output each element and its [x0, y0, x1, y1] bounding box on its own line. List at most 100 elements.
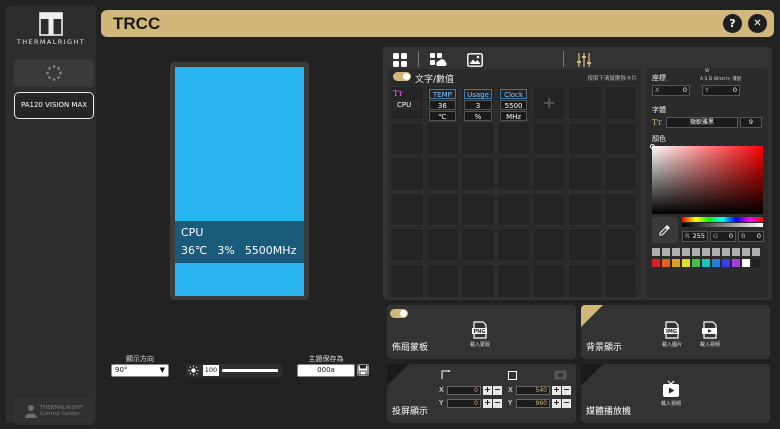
cast-y1-plus[interactable]: + — [483, 399, 492, 408]
color-swatch[interactable] — [752, 259, 760, 267]
grid-cell[interactable]: Usage 3% — [461, 86, 495, 121]
cast-x1-minus[interactable]: − — [493, 386, 502, 395]
red-field[interactable]: R 255 — [682, 231, 708, 242]
font-size-field[interactable]: 9 — [740, 117, 762, 128]
grid-cell[interactable]: TEMP 36 ℃ — [425, 86, 460, 121]
text-toggle[interactable] — [393, 72, 411, 81]
color-swatch[interactable] — [752, 248, 760, 256]
color-swatch[interactable] — [732, 248, 740, 256]
brightness-value[interactable]: 100 — [203, 365, 219, 376]
green-field[interactable]: G0 — [710, 231, 736, 242]
image-tab-button[interactable] — [464, 51, 486, 69]
cast-y2-minus[interactable]: − — [562, 399, 571, 408]
color-swatch[interactable] — [652, 248, 660, 256]
adjust-settings-button[interactable] — [573, 51, 595, 69]
grid-cell[interactable] — [567, 157, 602, 191]
alpha-slider[interactable] — [682, 223, 763, 227]
layout-mask-toggle[interactable] — [390, 309, 408, 318]
layout-tab-button[interactable] — [389, 51, 411, 69]
grid-cell[interactable] — [425, 157, 460, 191]
grid-cell[interactable] — [496, 263, 531, 298]
grid-cell[interactable] — [532, 228, 566, 262]
grid-cell[interactable] — [461, 121, 495, 156]
cast-x1-plus[interactable]: + — [483, 386, 492, 395]
device-button-pa120[interactable]: PA120 VISION MAX — [14, 92, 94, 119]
color-swatch[interactable] — [742, 248, 750, 256]
color-swatch[interactable] — [692, 259, 700, 267]
color-swatch[interactable] — [652, 259, 660, 267]
grid-cell[interactable] — [425, 192, 460, 227]
color-swatch[interactable] — [742, 259, 750, 267]
grid-cell[interactable] — [390, 157, 424, 191]
cast-x2-plus[interactable]: + — [552, 386, 561, 395]
cast-y2-plus[interactable]: + — [552, 399, 561, 408]
grid-cell[interactable] — [496, 157, 531, 191]
grid-cell[interactable]: Tт CPU — [390, 86, 424, 120]
color-swatch[interactable] — [712, 248, 720, 256]
grid-cell[interactable] — [461, 192, 495, 227]
grid-cell[interactable] — [567, 192, 602, 227]
grid-cell[interactable] — [603, 86, 638, 120]
grid-cell[interactable] — [532, 263, 566, 298]
grid-cell[interactable] — [425, 121, 460, 156]
close-button[interactable]: ✕ — [748, 14, 767, 33]
x-coord-field[interactable]: X0 — [652, 85, 690, 96]
cast-y1-minus[interactable]: − — [493, 399, 502, 408]
cast-x2-minus[interactable]: − — [562, 386, 571, 395]
grid-cell[interactable] — [425, 228, 460, 262]
font-name-field[interactable]: 微軟雅黑 — [666, 117, 738, 128]
grid-cell[interactable] — [567, 121, 602, 156]
grid-cell[interactable] — [390, 263, 424, 298]
color-swatch[interactable] — [692, 248, 700, 256]
grid-cell[interactable] — [461, 228, 495, 262]
grid-cell[interactable] — [603, 192, 638, 227]
grid-cell[interactable] — [603, 263, 638, 298]
grid-cell[interactable] — [390, 192, 424, 227]
color-swatch[interactable] — [682, 259, 690, 267]
load-media-video-button[interactable]: 載入視頻 — [656, 380, 686, 407]
grid-cell[interactable] — [567, 228, 602, 262]
color-picker-cursor[interactable] — [650, 144, 655, 149]
color-swatch[interactable] — [712, 259, 720, 267]
color-swatch[interactable] — [722, 259, 730, 267]
cloud-theme-button[interactable] — [427, 51, 449, 69]
brightness-slider[interactable] — [222, 369, 278, 372]
direction-select[interactable]: 90° ▼ — [111, 364, 169, 377]
grid-cell[interactable] — [496, 121, 531, 156]
grid-cell[interactable] — [496, 192, 531, 227]
add-element-button[interactable]: + — [532, 86, 566, 120]
load-mask-button[interactable]: PNG 載入蒙版 — [465, 321, 495, 348]
grid-cell[interactable] — [496, 228, 531, 262]
grid-cell[interactable] — [425, 263, 460, 298]
lcd-preview-screen[interactable]: CPU 36℃ 3% 5500MHz — [175, 67, 304, 296]
blue-field[interactable]: B0 — [738, 231, 764, 242]
color-swatch[interactable] — [682, 248, 690, 256]
color-picker-area[interactable] — [650, 144, 763, 214]
grid-cell[interactable] — [603, 121, 638, 156]
color-swatch[interactable] — [722, 248, 730, 256]
grid-cell[interactable] — [567, 86, 602, 120]
save-icon[interactable] — [357, 364, 369, 376]
color-swatch[interactable] — [702, 259, 710, 267]
cast-x1-field[interactable]: 0 — [447, 386, 481, 395]
color-swatch[interactable] — [662, 259, 670, 267]
theme-name-input[interactable]: 000a — [297, 364, 355, 377]
grid-cell[interactable] — [603, 228, 638, 262]
y-coord-field[interactable]: Y0 — [702, 85, 740, 96]
grid-cell[interactable] — [532, 192, 566, 227]
color-swatch[interactable] — [672, 248, 680, 256]
grid-cell[interactable] — [532, 121, 566, 156]
grid-cell[interactable] — [567, 263, 602, 298]
color-swatch[interactable] — [702, 248, 710, 256]
grid-cell[interactable] — [461, 263, 495, 298]
grid-cell[interactable] — [532, 157, 566, 191]
cast-y1-field[interactable]: 0 — [447, 399, 481, 408]
grid-cell[interactable]: Clock 5500 MHz — [496, 86, 531, 121]
cast-x2-field[interactable]: 540 — [516, 386, 550, 395]
help-button[interactable]: ? — [723, 14, 742, 33]
device-scan-button[interactable] — [14, 59, 94, 87]
monitor-icon[interactable] — [554, 370, 567, 380]
grid-cell[interactable] — [390, 121, 424, 156]
color-swatch[interactable] — [662, 248, 670, 256]
hue-slider[interactable] — [682, 217, 763, 222]
